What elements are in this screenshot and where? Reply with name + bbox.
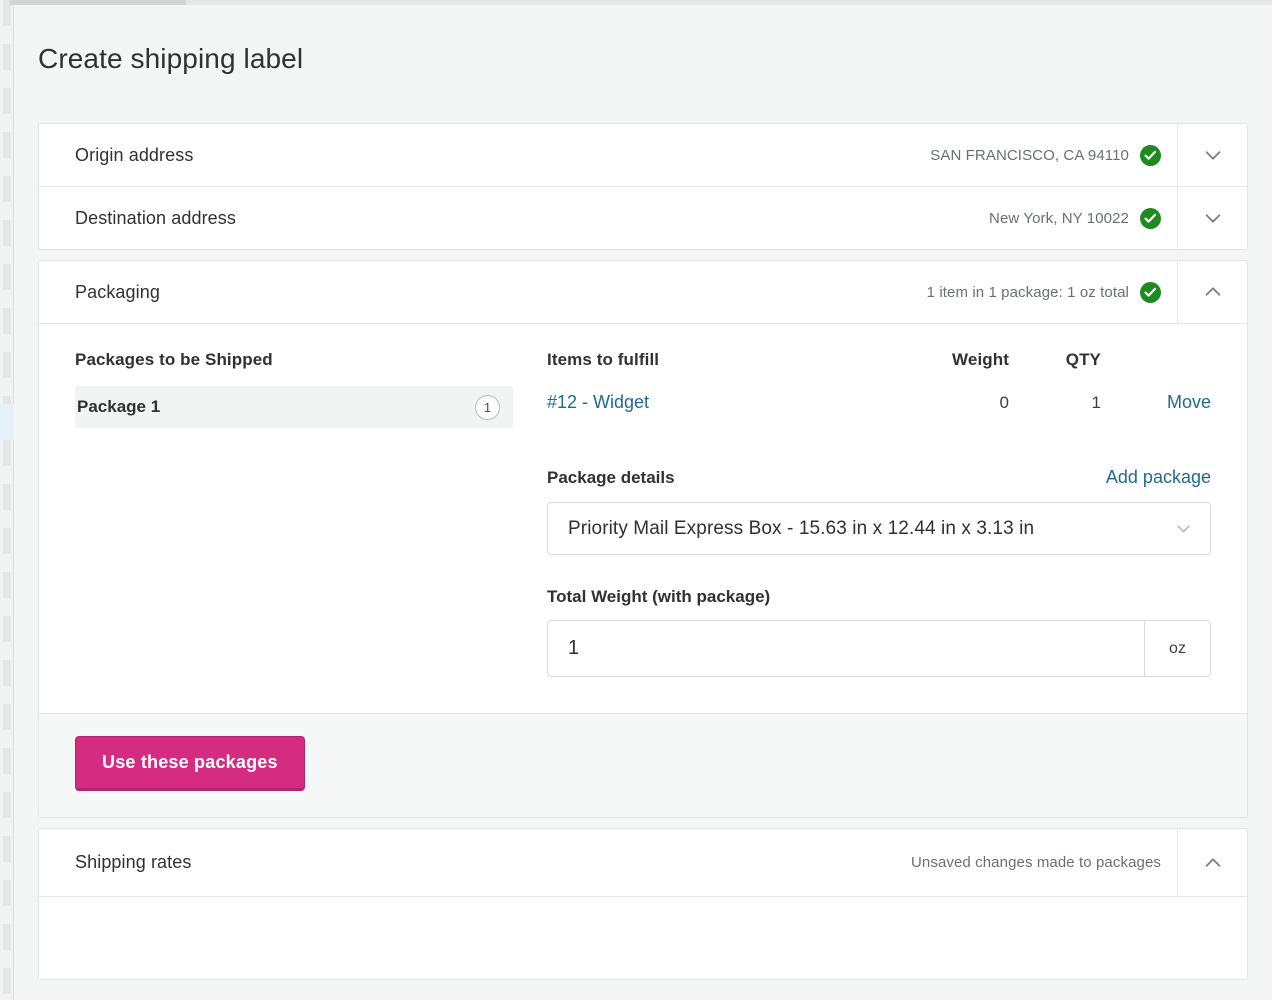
accordion-shipping-rates-header[interactable]: Shipping rates Unsaved changes made to p… <box>39 829 1177 896</box>
shipping-rates-status-text: Unsaved changes made to packages <box>911 854 1161 871</box>
check-circle-icon <box>1140 208 1161 229</box>
accordion-packaging-summary: 1 item in 1 package: 1 oz total <box>927 282 1161 303</box>
check-circle-icon <box>1140 282 1161 303</box>
package-details-title: Package details <box>547 468 675 488</box>
column-header-weight: Weight <box>889 350 1009 370</box>
accordion-packaging-toggle[interactable] <box>1177 261 1247 323</box>
accordion-list: Origin address SAN FRANCISCO, CA 94110 <box>38 123 1248 980</box>
package-type-select[interactable]: Priority Mail Express Box - 15.63 in x 1… <box>547 502 1211 555</box>
accordion-destination-address-label: Destination address <box>75 208 236 229</box>
shipping-rates-panel <box>39 897 1247 979</box>
chevron-up-icon <box>1202 281 1224 303</box>
accordion-destination-address-toggle[interactable] <box>1177 187 1247 249</box>
item-link[interactable]: #12 - Widget <box>547 392 889 413</box>
background-scrollbar[interactable] <box>3 0 11 1000</box>
chevron-down-icon <box>1173 518 1194 539</box>
total-weight-input[interactable] <box>548 621 1144 676</box>
package-contents-column: Items to fulfill Weight QTY #12 - Widget… <box>513 350 1211 677</box>
packaging-card: Packaging 1 item in 1 package: 1 oz tota… <box>38 260 1248 818</box>
total-weight-unit: oz <box>1144 621 1210 676</box>
packages-column-header: Packages to be Shipped <box>75 350 513 370</box>
chevron-up-icon <box>1202 852 1224 874</box>
table-row: #12 - Widget 0 1 Move <box>547 392 1211 413</box>
accordion-shipping-rates-summary: Unsaved changes made to packages <box>911 854 1161 871</box>
background-page-strip <box>0 0 14 1000</box>
accordion-origin-address-toggle[interactable] <box>1177 124 1247 186</box>
packages-column: Packages to be Shipped Package 1 1 <box>75 350 513 428</box>
package-details-header: Package details Add package <box>547 467 1211 488</box>
accordion-origin-address[interactable]: Origin address SAN FRANCISCO, CA 94110 <box>39 124 1247 187</box>
total-weight-field[interactable]: oz <box>547 620 1211 677</box>
use-these-packages-button[interactable]: Use these packages <box>75 736 305 791</box>
column-header-items: Items to fulfill <box>547 350 889 370</box>
accordion-destination-address-header[interactable]: Destination address New York, NY 10022 <box>39 187 1177 249</box>
accordion-shipping-rates[interactable]: Shipping rates Unsaved changes made to p… <box>39 829 1247 897</box>
total-weight-label: Total Weight (with package) <box>547 587 1211 607</box>
move-item-link[interactable]: Move <box>1101 392 1211 413</box>
accordion-packaging-header[interactable]: Packaging 1 item in 1 package: 1 oz tota… <box>39 261 1177 323</box>
accordion-shipping-rates-toggle[interactable] <box>1177 829 1247 896</box>
package-name: Package 1 <box>77 397 160 417</box>
accordion-packaging-label: Packaging <box>75 282 160 303</box>
destination-address-summary-text: New York, NY 10022 <box>989 210 1129 227</box>
accordion-origin-address-summary: SAN FRANCISCO, CA 94110 <box>930 145 1161 166</box>
accordion-destination-address-summary: New York, NY 10022 <box>989 208 1161 229</box>
accordion-destination-address[interactable]: Destination address New York, NY 10022 <box>39 187 1247 249</box>
packaging-panel: Packages to be Shipped Package 1 1 Items… <box>39 324 1247 677</box>
item-weight-value: 0 <box>889 393 1009 413</box>
create-shipping-label-dialog: Create shipping label Origin address SAN… <box>14 5 1272 1000</box>
window-top-edge-highlight <box>186 0 1272 3</box>
package-type-select-value: Priority Mail Express Box - 15.63 in x 1… <box>568 518 1034 540</box>
background-highlight <box>0 404 14 440</box>
accordion-origin-address-header[interactable]: Origin address SAN FRANCISCO, CA 94110 <box>39 124 1177 186</box>
origin-address-summary-text: SAN FRANCISCO, CA 94110 <box>930 147 1129 164</box>
accordion-origin-address-label: Origin address <box>75 145 193 166</box>
chevron-down-icon <box>1202 144 1224 166</box>
package-item-count-badge: 1 <box>475 395 500 420</box>
list-item[interactable]: Package 1 1 <box>75 386 513 428</box>
packaging-summary-text: 1 item in 1 package: 1 oz total <box>927 284 1129 301</box>
packaging-footer: Use these packages <box>39 713 1247 817</box>
addresses-card: Origin address SAN FRANCISCO, CA 94110 <box>38 123 1248 250</box>
items-table-header: Items to fulfill Weight QTY <box>547 350 1211 386</box>
page-title: Create shipping label <box>14 5 1272 79</box>
shipping-rates-card: Shipping rates Unsaved changes made to p… <box>38 828 1248 980</box>
check-circle-icon <box>1140 145 1161 166</box>
accordion-packaging[interactable]: Packaging 1 item in 1 package: 1 oz tota… <box>39 261 1247 324</box>
add-package-link[interactable]: Add package <box>1106 467 1211 488</box>
chevron-down-icon <box>1202 207 1224 229</box>
column-header-qty: QTY <box>1009 350 1101 370</box>
accordion-shipping-rates-label: Shipping rates <box>75 852 191 873</box>
item-qty-value: 1 <box>1009 393 1101 413</box>
